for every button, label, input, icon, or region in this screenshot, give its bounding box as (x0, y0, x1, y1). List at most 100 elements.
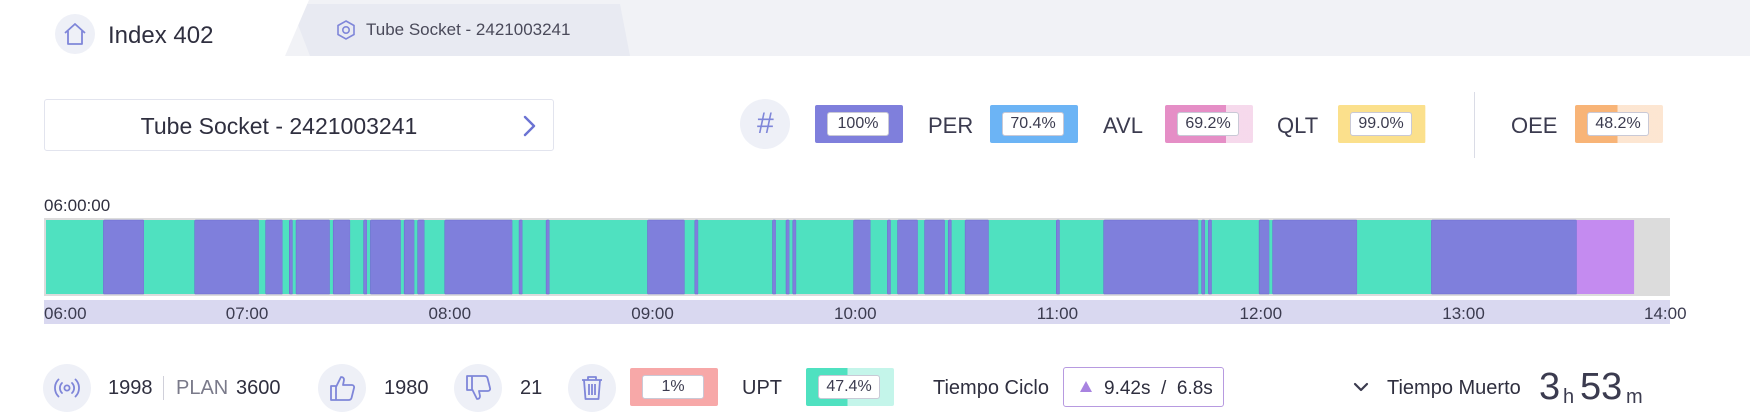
timeline-segment-stopped[interactable] (785, 219, 790, 295)
tab-index-title: Index 402 (108, 22, 214, 49)
timeline-segment-running[interactable] (796, 220, 854, 294)
timeline-segment-stopped[interactable] (964, 219, 990, 295)
part-selector[interactable]: Tube Socket - 2421003241 (44, 99, 554, 151)
axis-label: 13:00 (1442, 304, 1485, 323)
timeline-segment-running[interactable] (46, 220, 104, 294)
good-parts-button[interactable] (318, 364, 366, 412)
timeline-segment-stopped[interactable] (289, 219, 293, 295)
timeline-segment-running[interactable] (890, 220, 898, 294)
cycle-time-box[interactable]: 9.42s / 6.8s (1063, 367, 1224, 407)
timeline-segment-stopped[interactable] (772, 219, 777, 295)
scrap-percent-box: 1% (630, 368, 718, 406)
timeline-segment-stopped[interactable] (1103, 219, 1199, 295)
timeline-segment-running[interactable] (258, 220, 266, 294)
timeline-segment-running[interactable] (400, 220, 405, 294)
hash-icon: # (756, 107, 774, 140)
timeline-segment-running[interactable] (414, 220, 418, 294)
timeline-segment-running[interactable] (870, 220, 888, 294)
timeline-segment-stopped[interactable] (103, 219, 145, 295)
hexagon-icon (337, 20, 355, 40)
timeline-segment-stopped[interactable] (924, 219, 946, 295)
timeline-segment-running[interactable] (350, 220, 364, 294)
timeline-segment-stopped[interactable] (332, 219, 351, 295)
timeline-segment-running[interactable] (367, 220, 371, 294)
timeline-segment-stopped[interactable] (370, 219, 402, 295)
axis-label: 07:00 (225, 304, 269, 323)
timeline-segment-running[interactable] (951, 220, 966, 294)
timeline-segment-running[interactable] (1357, 220, 1432, 294)
timeline-segment-stopped[interactable] (897, 219, 919, 295)
timeline-segment-running[interactable] (917, 220, 925, 294)
timeline-segment-stopped[interactable] (295, 219, 331, 295)
timeline-segment-running[interactable] (775, 220, 787, 294)
avl-value: 69.2% (1177, 112, 1239, 136)
upt-value: 47.4% (818, 375, 880, 399)
upt-box: 47.4% (806, 368, 894, 406)
timeline-segment-running[interactable] (1269, 220, 1273, 294)
timeline-segment-running[interactable] (549, 220, 648, 294)
timeline-segment-running[interactable] (329, 220, 334, 294)
bad-count: 21 (520, 377, 543, 399)
timeline-segment-stopped[interactable] (265, 219, 283, 295)
per-box: 70.4% (990, 105, 1078, 143)
chevron-down-icon[interactable] (1352, 380, 1370, 394)
timeline-segment-stopped[interactable] (887, 219, 892, 295)
home-button[interactable] (55, 14, 95, 54)
timeline-segment-stopped[interactable] (1201, 219, 1206, 295)
timeline-segment-stopped[interactable] (694, 219, 699, 295)
timeline-segment-stopped[interactable] (545, 219, 550, 295)
timeline-segment-stopped[interactable] (363, 219, 368, 295)
timeline-segment-running[interactable] (1205, 220, 1209, 294)
bad-parts-button[interactable] (454, 364, 502, 412)
timeline-segment-running[interactable] (944, 220, 949, 294)
timeline-segment-stopped[interactable] (647, 219, 685, 295)
axis-label: 12:00 (1239, 304, 1283, 323)
tab-bar: Index 402 Tube Socket - 2421003241 (0, 0, 1750, 56)
timeline-segment-running[interactable] (698, 220, 773, 294)
timeline-segment-running[interactable] (1198, 220, 1202, 294)
timeline-segment-running[interactable] (282, 220, 290, 294)
timeline-segment-running[interactable] (512, 220, 520, 294)
timeline-segment-setup[interactable] (1576, 220, 1635, 294)
timeline-segment-stopped[interactable] (853, 219, 871, 295)
good-count: 1980 (384, 377, 429, 399)
timeline-segment-stopped[interactable] (792, 219, 797, 295)
plan-value: 3600 (236, 377, 281, 399)
timeline-segment-stopped[interactable] (1208, 219, 1213, 295)
timeline-segment-stopped[interactable] (1431, 219, 1578, 295)
timeline-segment-running[interactable] (988, 220, 1057, 294)
timeline-segment-running[interactable] (292, 220, 297, 294)
timeline-segment-stopped[interactable] (518, 219, 523, 295)
timeline-segment-stopped[interactable] (1258, 219, 1270, 295)
upt-label: UPT (742, 377, 782, 399)
timeline-segment-stopped[interactable] (1272, 219, 1358, 295)
timeline-segment-empty[interactable] (1634, 220, 1668, 294)
qlt-box: 99.0% (1338, 105, 1426, 143)
timeline-segment-stopped[interactable] (444, 219, 513, 295)
oee-label: OEE (1511, 113, 1558, 138)
timeline-segment-running[interactable] (143, 220, 195, 294)
axis-label: 08:00 (428, 304, 472, 323)
timeline-segment-running[interactable] (1211, 220, 1260, 294)
timeline-segment-stopped[interactable] (403, 219, 415, 295)
timeline-segment-running[interactable] (522, 220, 547, 294)
timeline-segment-stopped[interactable] (947, 219, 952, 295)
timeline-segment-running[interactable] (789, 220, 793, 294)
hash-button[interactable]: # (740, 99, 790, 149)
production-timeline[interactable] (44, 218, 1670, 296)
timeline-segment-running[interactable] (684, 220, 695, 294)
muerto-minutes-unit: m (1626, 386, 1643, 408)
thumbs-up-icon (330, 376, 356, 401)
muerto-label: Tiempo Muerto (1387, 377, 1521, 399)
timeline-segment-stopped[interactable] (1056, 219, 1061, 295)
scrap-percent-value: 1% (642, 375, 704, 399)
scrap-button[interactable] (568, 364, 616, 412)
oee-box: 48.2% (1575, 105, 1663, 143)
timeline-segment-running[interactable] (1059, 220, 1104, 294)
signal-button[interactable] (43, 364, 91, 412)
qlt-value: 99.0% (1350, 112, 1412, 136)
timeline-segment-stopped[interactable] (417, 219, 425, 295)
avl-box: 69.2% (1165, 105, 1253, 143)
timeline-segment-stopped[interactable] (194, 219, 260, 295)
timeline-segment-running[interactable] (424, 220, 445, 294)
